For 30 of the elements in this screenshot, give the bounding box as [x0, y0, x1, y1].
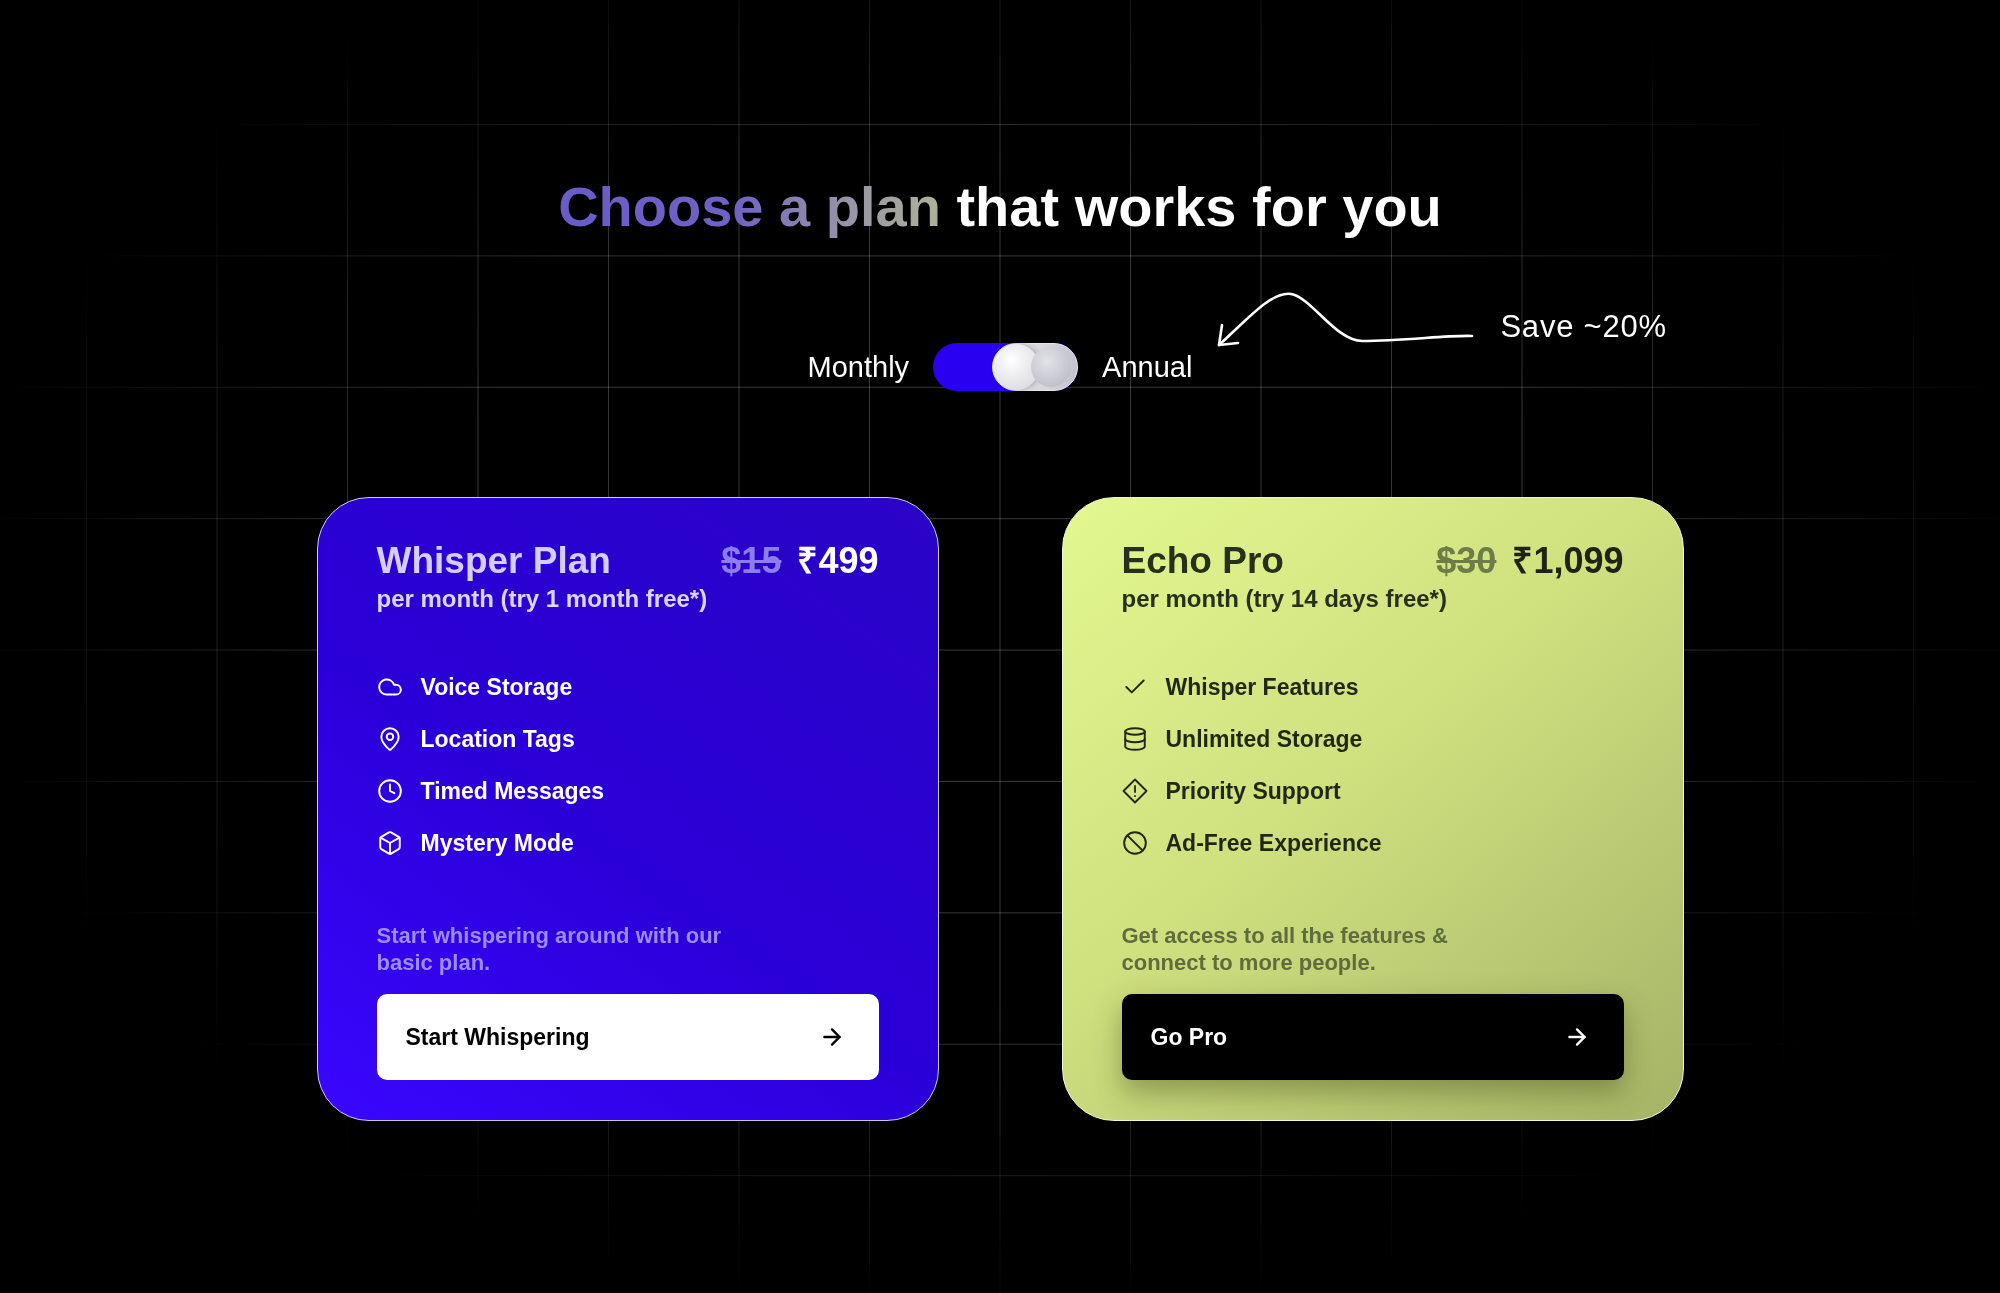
feature-label: Mystery Mode [420, 829, 574, 858]
feature-label: Voice Storage [420, 673, 573, 702]
plan-description: Start whispering around with our basic plan. [376, 922, 723, 976]
diamond-exclamation-icon [1121, 778, 1148, 804]
toggle-label: Monthly [807, 350, 910, 385]
plan-description: Get access to all the features & connect to more people. [1121, 922, 1449, 976]
plan-name: Echo Pro [1121, 539, 1284, 583]
billing-switch[interactable] [933, 343, 1079, 391]
savings-note: Save ~20% [1500, 309, 1667, 345]
clock-icon [376, 778, 403, 804]
plan-button[interactable]: Start Whispering [376, 994, 879, 1080]
toggle-label: Annual [1102, 350, 1193, 385]
plan-price: ₹1,099 [1512, 539, 1624, 583]
feature-label: Location Tags [420, 725, 575, 754]
original-price: $15 [721, 539, 782, 583]
plan-name: Whisper Plan [376, 539, 611, 583]
prohibited-icon [1121, 830, 1148, 856]
cube-icon [376, 830, 403, 856]
feature-label: Priority Support [1165, 777, 1341, 806]
feature-label: Unlimited Storage [1165, 725, 1363, 754]
feature-label: Timed Messages [420, 777, 605, 806]
original-price: $30 [1436, 539, 1497, 583]
feature-label: Ad-Free Experience [1165, 829, 1382, 858]
feature-label: Whisper Features [1165, 673, 1359, 702]
plan-price: ₹499 [797, 539, 879, 583]
billing-period: per month (try 1 month free*) [376, 584, 708, 614]
billing-period: per month (try 14 days free*) [1121, 584, 1447, 614]
switch-knob[interactable] [992, 343, 1079, 391]
database-icon [1121, 726, 1148, 752]
plan-button[interactable]: Go Pro [1121, 994, 1624, 1080]
